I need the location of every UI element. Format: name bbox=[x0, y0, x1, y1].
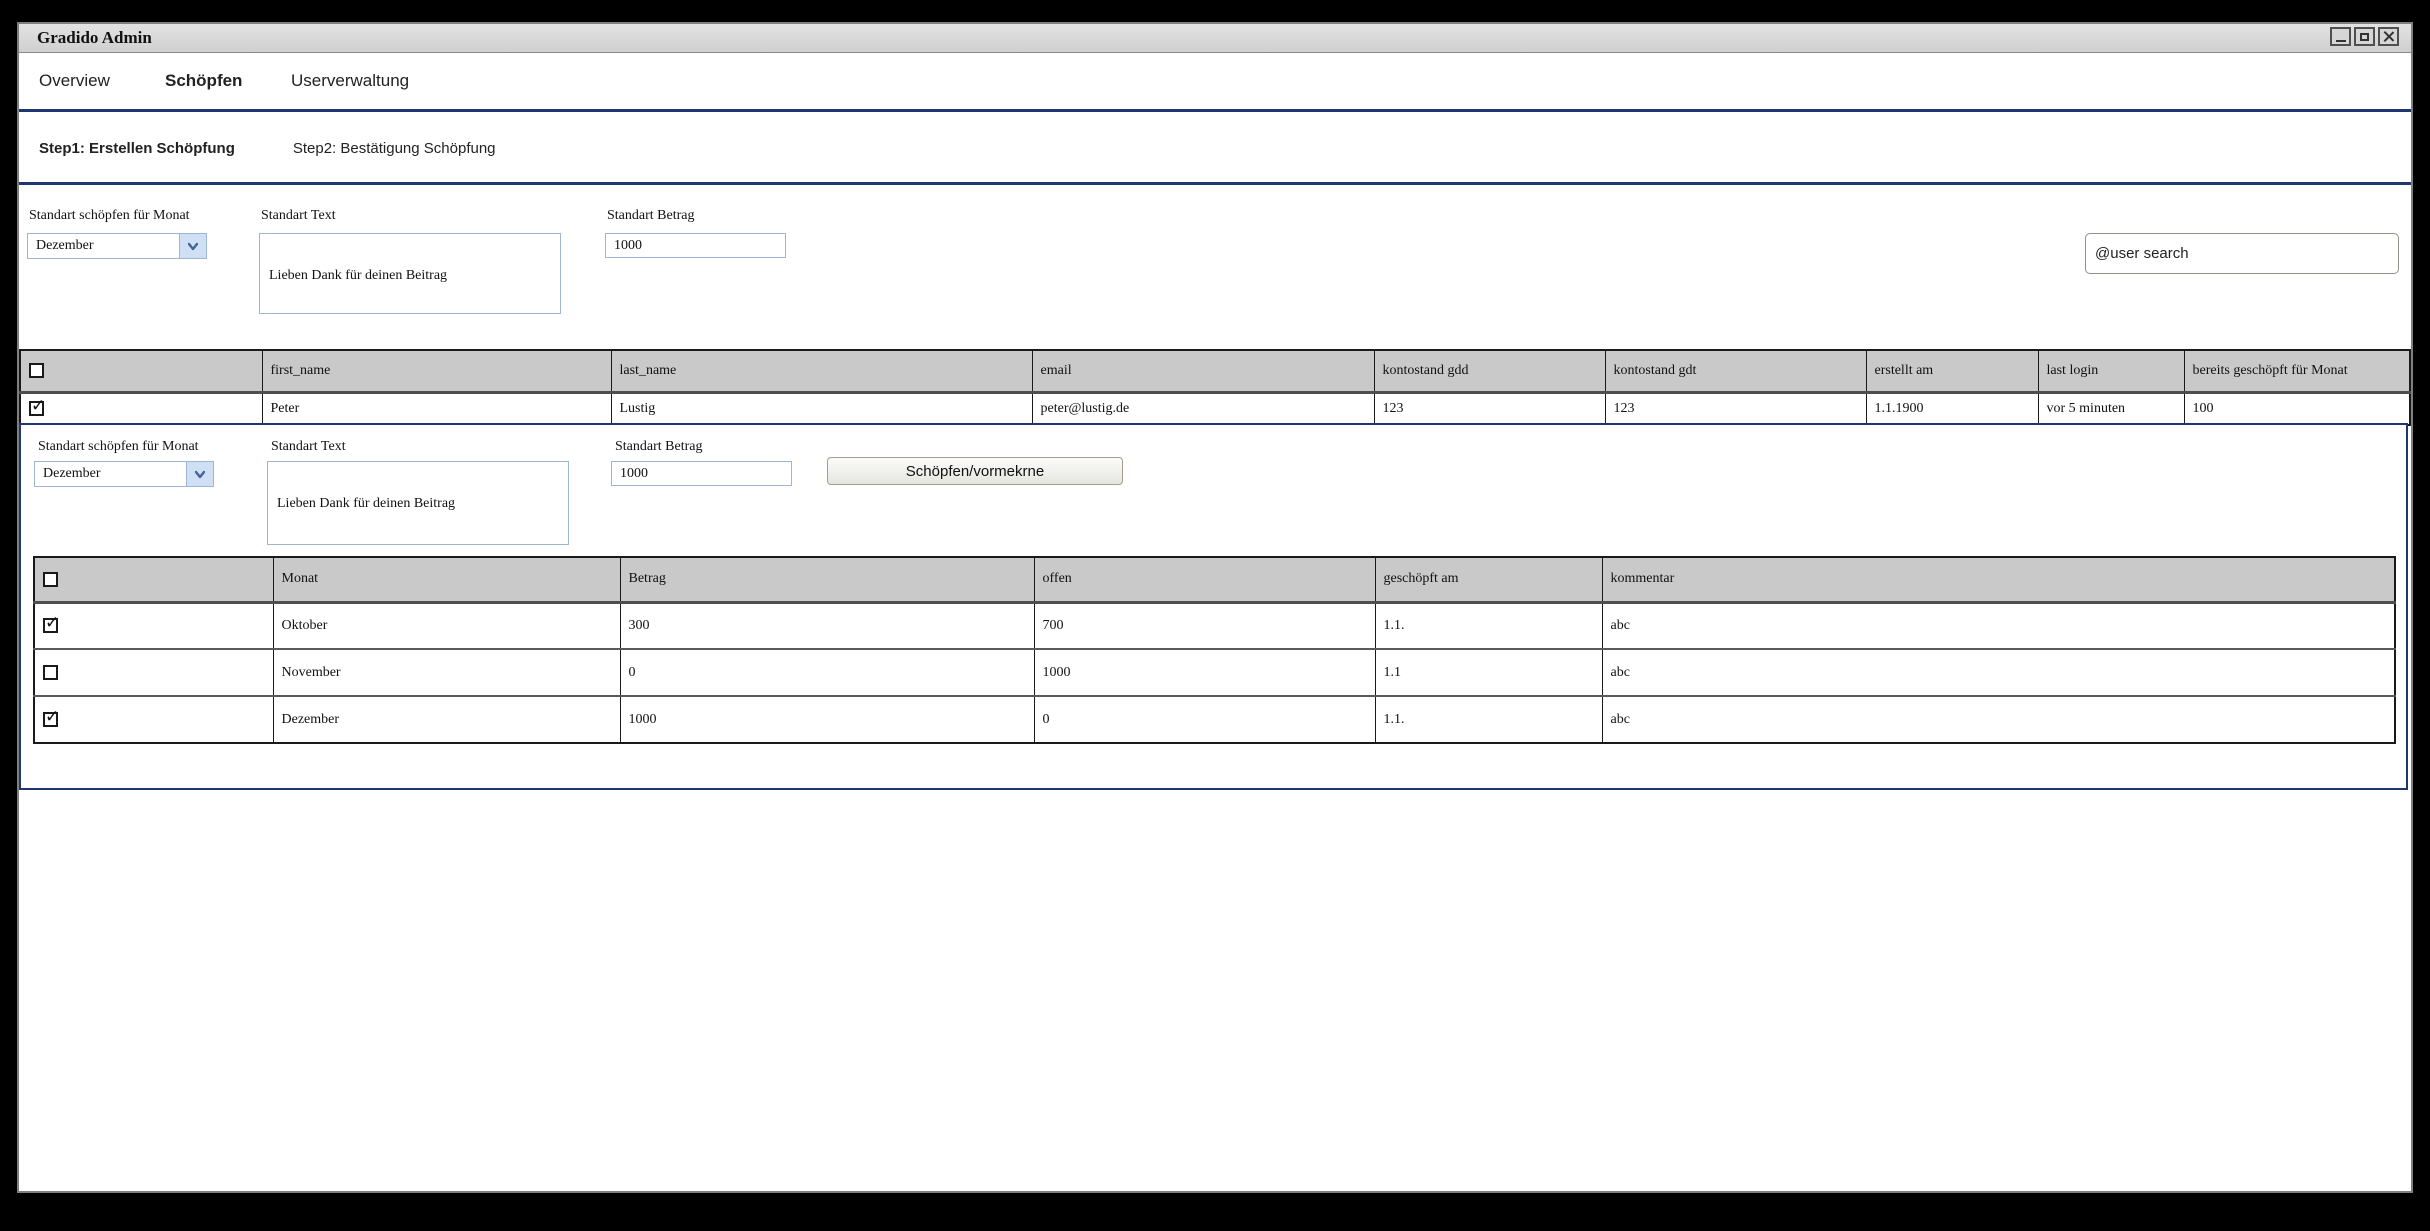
title-bar: Gradido Admin bbox=[19, 24, 2411, 53]
table-row[interactable]: November010001.1abc bbox=[34, 649, 2395, 696]
user-table: first_namelast_nameemailkontostand gddko… bbox=[19, 349, 2411, 426]
chevron-down-icon bbox=[188, 241, 198, 251]
row-select-cell bbox=[34, 602, 273, 649]
cell: 1.1.1900 bbox=[1866, 392, 2038, 425]
app-window: Gradido Admin Overview Schöpfen Userverw… bbox=[17, 22, 2413, 1193]
tab-userverwaltung[interactable]: Userverwaltung bbox=[291, 71, 397, 91]
creation-table-header: MonatBetragoffengeschöpft amkommentar bbox=[34, 557, 2395, 602]
standard-text-area[interactable]: Lieben Dank für deinen Beitrag bbox=[267, 461, 569, 545]
select-all-checkbox[interactable] bbox=[29, 363, 44, 378]
cell: 0 bbox=[1034, 696, 1375, 743]
tab-schoepfen[interactable]: Schöpfen bbox=[165, 71, 271, 91]
minimize-button[interactable] bbox=[2330, 27, 2351, 46]
month-select[interactable]: Dezember bbox=[34, 461, 214, 487]
schoepfen-vormerken-button[interactable]: Schöpfen/vormekrne bbox=[827, 457, 1123, 485]
table-row[interactable]: Dezember100001.1.abc bbox=[34, 696, 2395, 743]
standard-text-area[interactable]: Lieben Dank für deinen Beitrag bbox=[259, 233, 561, 314]
cell: 123 bbox=[1374, 392, 1605, 425]
column-header: kontostand gdd bbox=[1374, 350, 1605, 392]
text-label: Standart Text bbox=[261, 208, 336, 224]
step2-bestaetigung-schoepfung[interactable]: Step2: Bestätigung Schöpfung bbox=[293, 140, 496, 157]
cell: 100 bbox=[2184, 392, 2410, 425]
cell: Peter bbox=[262, 392, 611, 425]
user-search-input[interactable]: @user search bbox=[2085, 233, 2399, 274]
close-icon bbox=[2383, 31, 2394, 42]
table-row[interactable]: Oktober3007001.1.abc bbox=[34, 602, 2395, 649]
cell: 700 bbox=[1034, 602, 1375, 649]
amount-label: Standart Betrag bbox=[607, 208, 694, 224]
column-header: last_name bbox=[611, 350, 1032, 392]
main-tabs: Overview Schöpfen Userverwaltung bbox=[19, 53, 2411, 112]
cell: 300 bbox=[620, 602, 1034, 649]
amount-label: Standart Betrag bbox=[615, 439, 702, 455]
amount-input[interactable]: 1000 bbox=[605, 233, 786, 258]
cell: 1.1 bbox=[1375, 649, 1602, 696]
maximize-icon bbox=[2360, 33, 2369, 41]
cell: 0 bbox=[620, 649, 1034, 696]
creation-form: Standart schöpfen für Monat Dezember Sta… bbox=[19, 188, 2411, 349]
text-label: Standart Text bbox=[271, 439, 346, 455]
column-header: last login bbox=[2038, 350, 2184, 392]
select-all-checkbox[interactable] bbox=[43, 572, 58, 587]
cell: vor 5 minuten bbox=[2038, 392, 2184, 425]
column-header: kommentar bbox=[1602, 557, 2395, 602]
row-select-cell bbox=[34, 649, 273, 696]
user-table-header: first_namelast_nameemailkontostand gddko… bbox=[20, 350, 2410, 392]
column-header: bereits geschöpft für Monat bbox=[2184, 350, 2410, 392]
row-checkbox[interactable] bbox=[29, 401, 44, 416]
dropdown-arrow-button[interactable] bbox=[179, 234, 206, 258]
column-header: kontostand gdt bbox=[1605, 350, 1866, 392]
amount-input[interactable]: 1000 bbox=[611, 461, 792, 486]
tab-overview[interactable]: Overview bbox=[39, 71, 145, 91]
minimize-icon bbox=[2336, 40, 2346, 42]
cell: abc bbox=[1602, 696, 2395, 743]
cell: abc bbox=[1602, 602, 2395, 649]
month-select[interactable]: Dezember bbox=[27, 233, 207, 259]
column-header: geschöpft am bbox=[1375, 557, 1602, 602]
cell: 1.1. bbox=[1375, 696, 1602, 743]
cell: Lustig bbox=[611, 392, 1032, 425]
window-title: Gradido Admin bbox=[19, 28, 152, 48]
month-select-value: Dezember bbox=[28, 238, 179, 254]
window-controls bbox=[2330, 27, 2399, 46]
chevron-down-icon bbox=[195, 469, 205, 479]
cell: 1000 bbox=[1034, 649, 1375, 696]
cell: 1.1. bbox=[1375, 602, 1602, 649]
column-header: email bbox=[1032, 350, 1374, 392]
row-select-cell bbox=[20, 392, 262, 425]
column-header: erstellt am bbox=[1866, 350, 2038, 392]
row-checkbox[interactable] bbox=[43, 665, 58, 680]
cell: peter@lustig.de bbox=[1032, 392, 1374, 425]
cell: abc bbox=[1602, 649, 2395, 696]
select-all-cell bbox=[20, 350, 262, 392]
cell: 123 bbox=[1605, 392, 1866, 425]
cell: 1000 bbox=[620, 696, 1034, 743]
maximize-button[interactable] bbox=[2354, 27, 2375, 46]
select-all-cell bbox=[34, 557, 273, 602]
row-checkbox[interactable] bbox=[43, 712, 58, 727]
month-label: Standart schöpfen für Monat bbox=[29, 208, 190, 224]
close-button[interactable] bbox=[2378, 27, 2399, 46]
step-tabs: Step1: Erstellen Schöpfung Step2: Bestät… bbox=[19, 115, 2411, 185]
column-header: offen bbox=[1034, 557, 1375, 602]
cell: Dezember bbox=[273, 696, 620, 743]
month-label: Standart schöpfen für Monat bbox=[38, 439, 199, 455]
row-select-cell bbox=[34, 696, 273, 743]
month-select-value: Dezember bbox=[35, 466, 186, 482]
column-header: Monat bbox=[273, 557, 620, 602]
table-row[interactable]: PeterLustigpeter@lustig.de1231231.1.1900… bbox=[20, 392, 2410, 425]
step1-erstellen-schoepfung[interactable]: Step1: Erstellen Schöpfung bbox=[39, 140, 235, 157]
dropdown-arrow-button[interactable] bbox=[186, 462, 213, 486]
user-detail-panel: Standart schöpfen für Monat Dezember Sta… bbox=[19, 423, 2408, 790]
creation-table: MonatBetragoffengeschöpft amkommentar Ok… bbox=[33, 556, 2396, 744]
cell: Oktober bbox=[273, 602, 620, 649]
cell: November bbox=[273, 649, 620, 696]
column-header: Betrag bbox=[620, 557, 1034, 602]
row-checkbox[interactable] bbox=[43, 618, 58, 633]
column-header: first_name bbox=[262, 350, 611, 392]
